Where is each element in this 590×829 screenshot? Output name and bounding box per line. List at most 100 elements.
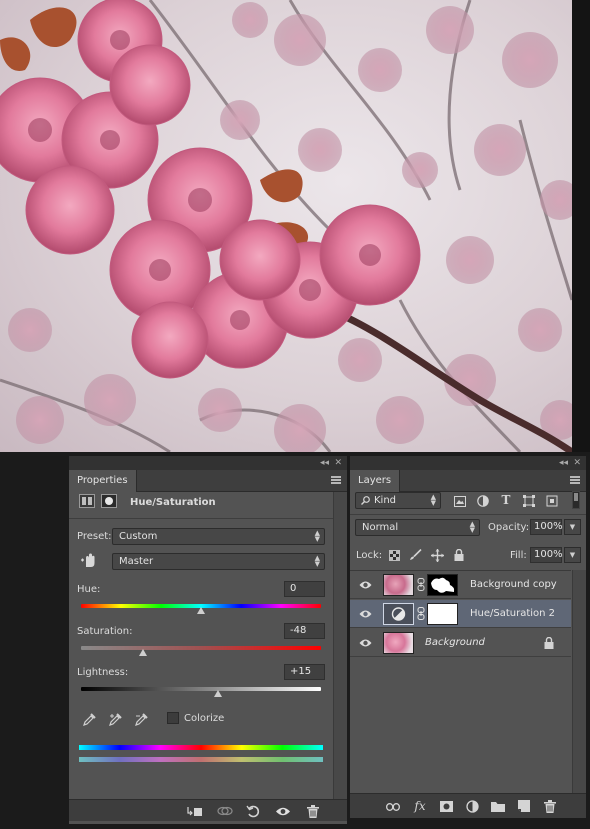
layer-mask-thumbnail[interactable] [427, 603, 458, 625]
targeted-adjustment-tool-icon[interactable] [80, 551, 98, 569]
search-icon [361, 496, 370, 505]
dropdown-arrows-icon: ▲ ▼ [469, 520, 475, 534]
layer-filter-value: Kind [374, 495, 397, 506]
link-chain-icon[interactable] [417, 607, 425, 620]
layers-panel: ◂◂ ✕ Layers Kind ▲ ▼ T Normal ▲ ▼ Opacity:… [350, 456, 586, 818]
link-layers-icon[interactable] [385, 800, 401, 814]
dropdown-arrows-icon: ▲ ▼ [314, 554, 320, 568]
title-divider [69, 518, 333, 519]
delete-layer-trash-icon[interactable] [542, 799, 558, 813]
blend-mode-value: Normal [362, 522, 399, 533]
eyedropper-minus-icon[interactable] [134, 712, 148, 726]
blend-mode-dropdown[interactable]: Normal ▲ ▼ [355, 519, 480, 536]
colorize-label: Colorize [184, 713, 225, 724]
clip-to-layer-icon[interactable] [187, 804, 203, 818]
filter-toggle-switch[interactable] [572, 491, 580, 509]
lock-all-padlock-icon[interactable] [452, 548, 466, 562]
properties-tab-bar: Properties [69, 470, 347, 492]
lock-transparent-pixels-icon[interactable] [387, 548, 401, 562]
properties-bottom-bar [69, 799, 347, 821]
saturation-field[interactable]: -48 [284, 623, 325, 639]
filter-smart-objects-icon[interactable] [545, 494, 559, 508]
fill-field[interactable]: 100% [530, 547, 563, 563]
filter-divider [350, 514, 586, 515]
lock-label: Lock: [356, 550, 383, 561]
properties-scrollbar[interactable] [333, 492, 347, 802]
colorize-checkbox[interactable] [167, 712, 179, 724]
adjustment-layer-thumbnail[interactable] [383, 603, 414, 625]
color-range-bar-top [79, 745, 323, 750]
toggle-visibility-eye-icon[interactable] [275, 804, 291, 818]
layer-row-hue-saturation-2[interactable]: Hue/Saturation 2 [350, 600, 571, 628]
lightness-field[interactable]: +15 [284, 664, 325, 680]
filter-shape-layers-icon[interactable] [522, 494, 536, 508]
saturation-label: Saturation: [77, 626, 133, 637]
new-group-folder-icon[interactable] [490, 799, 506, 813]
hue-label: Hue: [77, 584, 101, 595]
add-layer-mask-icon[interactable] [438, 799, 454, 813]
layer-name[interactable]: Background copy [470, 579, 557, 590]
reset-adjustment-icon[interactable] [245, 804, 261, 818]
collapse-panel-icon[interactable]: ◂◂ [559, 456, 568, 470]
tab-properties[interactable]: Properties [69, 470, 137, 492]
new-adjustment-layer-icon[interactable] [464, 799, 480, 813]
visibility-eye-icon[interactable] [359, 579, 372, 591]
layer-style-fx-icon[interactable]: fx [412, 799, 428, 813]
layer-row-background[interactable]: Background [350, 629, 571, 657]
dropdown-arrows-icon: ▲ ▼ [314, 529, 320, 543]
new-layer-icon[interactable] [516, 799, 532, 813]
filter-pixel-layers-icon[interactable] [453, 494, 467, 508]
channel-dropdown[interactable]: Master ▲ ▼ [112, 553, 325, 570]
lightness-slider-thumb[interactable] [214, 690, 222, 697]
eyedropper-plus-icon[interactable] [108, 712, 122, 726]
close-panel-icon[interactable]: ✕ [334, 456, 342, 470]
layer-row-background-copy[interactable]: Background copy [350, 571, 571, 599]
lightness-label: Lightness: [77, 667, 129, 678]
layer-locked-padlock-icon [544, 637, 554, 649]
filter-adjustment-layers-icon[interactable] [476, 494, 490, 508]
lock-image-pixels-brush-icon[interactable] [408, 548, 422, 562]
opacity-label: Opacity: [488, 522, 530, 533]
adjustment-layer-icon[interactable] [79, 494, 95, 508]
layer-thumbnail[interactable] [383, 574, 414, 596]
cherry-blossom-photo [0, 0, 572, 452]
fill-dropdown-arrow[interactable]: ▼ [564, 547, 581, 563]
layer-name[interactable]: Hue/Saturation 2 [470, 608, 555, 619]
eyedropper-icon[interactable] [82, 712, 96, 726]
panel-menu-icon[interactable] [331, 476, 341, 484]
canvas-gutter [572, 0, 590, 452]
delete-adjustment-trash-icon[interactable] [305, 804, 321, 818]
collapse-panel-icon[interactable]: ◂◂ [320, 456, 329, 470]
view-previous-state-icon[interactable] [217, 804, 233, 818]
link-chain-icon[interactable] [417, 578, 425, 591]
saturation-slider-track[interactable] [81, 646, 321, 650]
lightness-slider-track[interactable] [81, 687, 321, 691]
layer-thumbnail[interactable] [383, 632, 414, 654]
lock-position-move-icon[interactable] [430, 548, 444, 562]
layers-scrollbar[interactable] [572, 570, 586, 795]
color-range-bar-bottom [79, 757, 323, 762]
visibility-eye-icon[interactable] [359, 637, 372, 649]
document-canvas[interactable] [0, 0, 572, 452]
dropdown-arrows-icon: ▲ ▼ [430, 493, 436, 507]
preset-dropdown[interactable]: Custom ▲ ▼ [112, 528, 325, 545]
hue-field[interactable]: 0 [284, 581, 325, 597]
layer-mask-icon[interactable] [101, 494, 117, 508]
panel-menu-icon[interactable] [570, 476, 580, 484]
opacity-dropdown-arrow[interactable]: ▼ [564, 519, 581, 535]
layer-mask-thumbnail[interactable] [427, 574, 458, 596]
visibility-eye-icon[interactable] [359, 608, 372, 620]
opacity-field[interactable]: 100% [530, 519, 563, 535]
layers-panel-header: ◂◂ ✕ [350, 456, 586, 470]
hue-slider-thumb[interactable] [197, 607, 205, 614]
preset-label: Preset: [77, 531, 112, 542]
saturation-slider-thumb[interactable] [139, 649, 147, 656]
properties-panel: ◂◂ ✕ Properties Hue/Saturation Preset: C… [69, 456, 347, 824]
fill-label: Fill: [510, 550, 527, 561]
preset-value: Custom [119, 531, 158, 542]
filter-type-layers-icon[interactable]: T [499, 493, 513, 507]
close-panel-icon[interactable]: ✕ [573, 456, 581, 470]
tab-layers[interactable]: Layers [350, 470, 401, 492]
layer-name[interactable]: Background [425, 637, 485, 648]
layer-filter-dropdown[interactable]: Kind ▲ ▼ [355, 492, 441, 509]
